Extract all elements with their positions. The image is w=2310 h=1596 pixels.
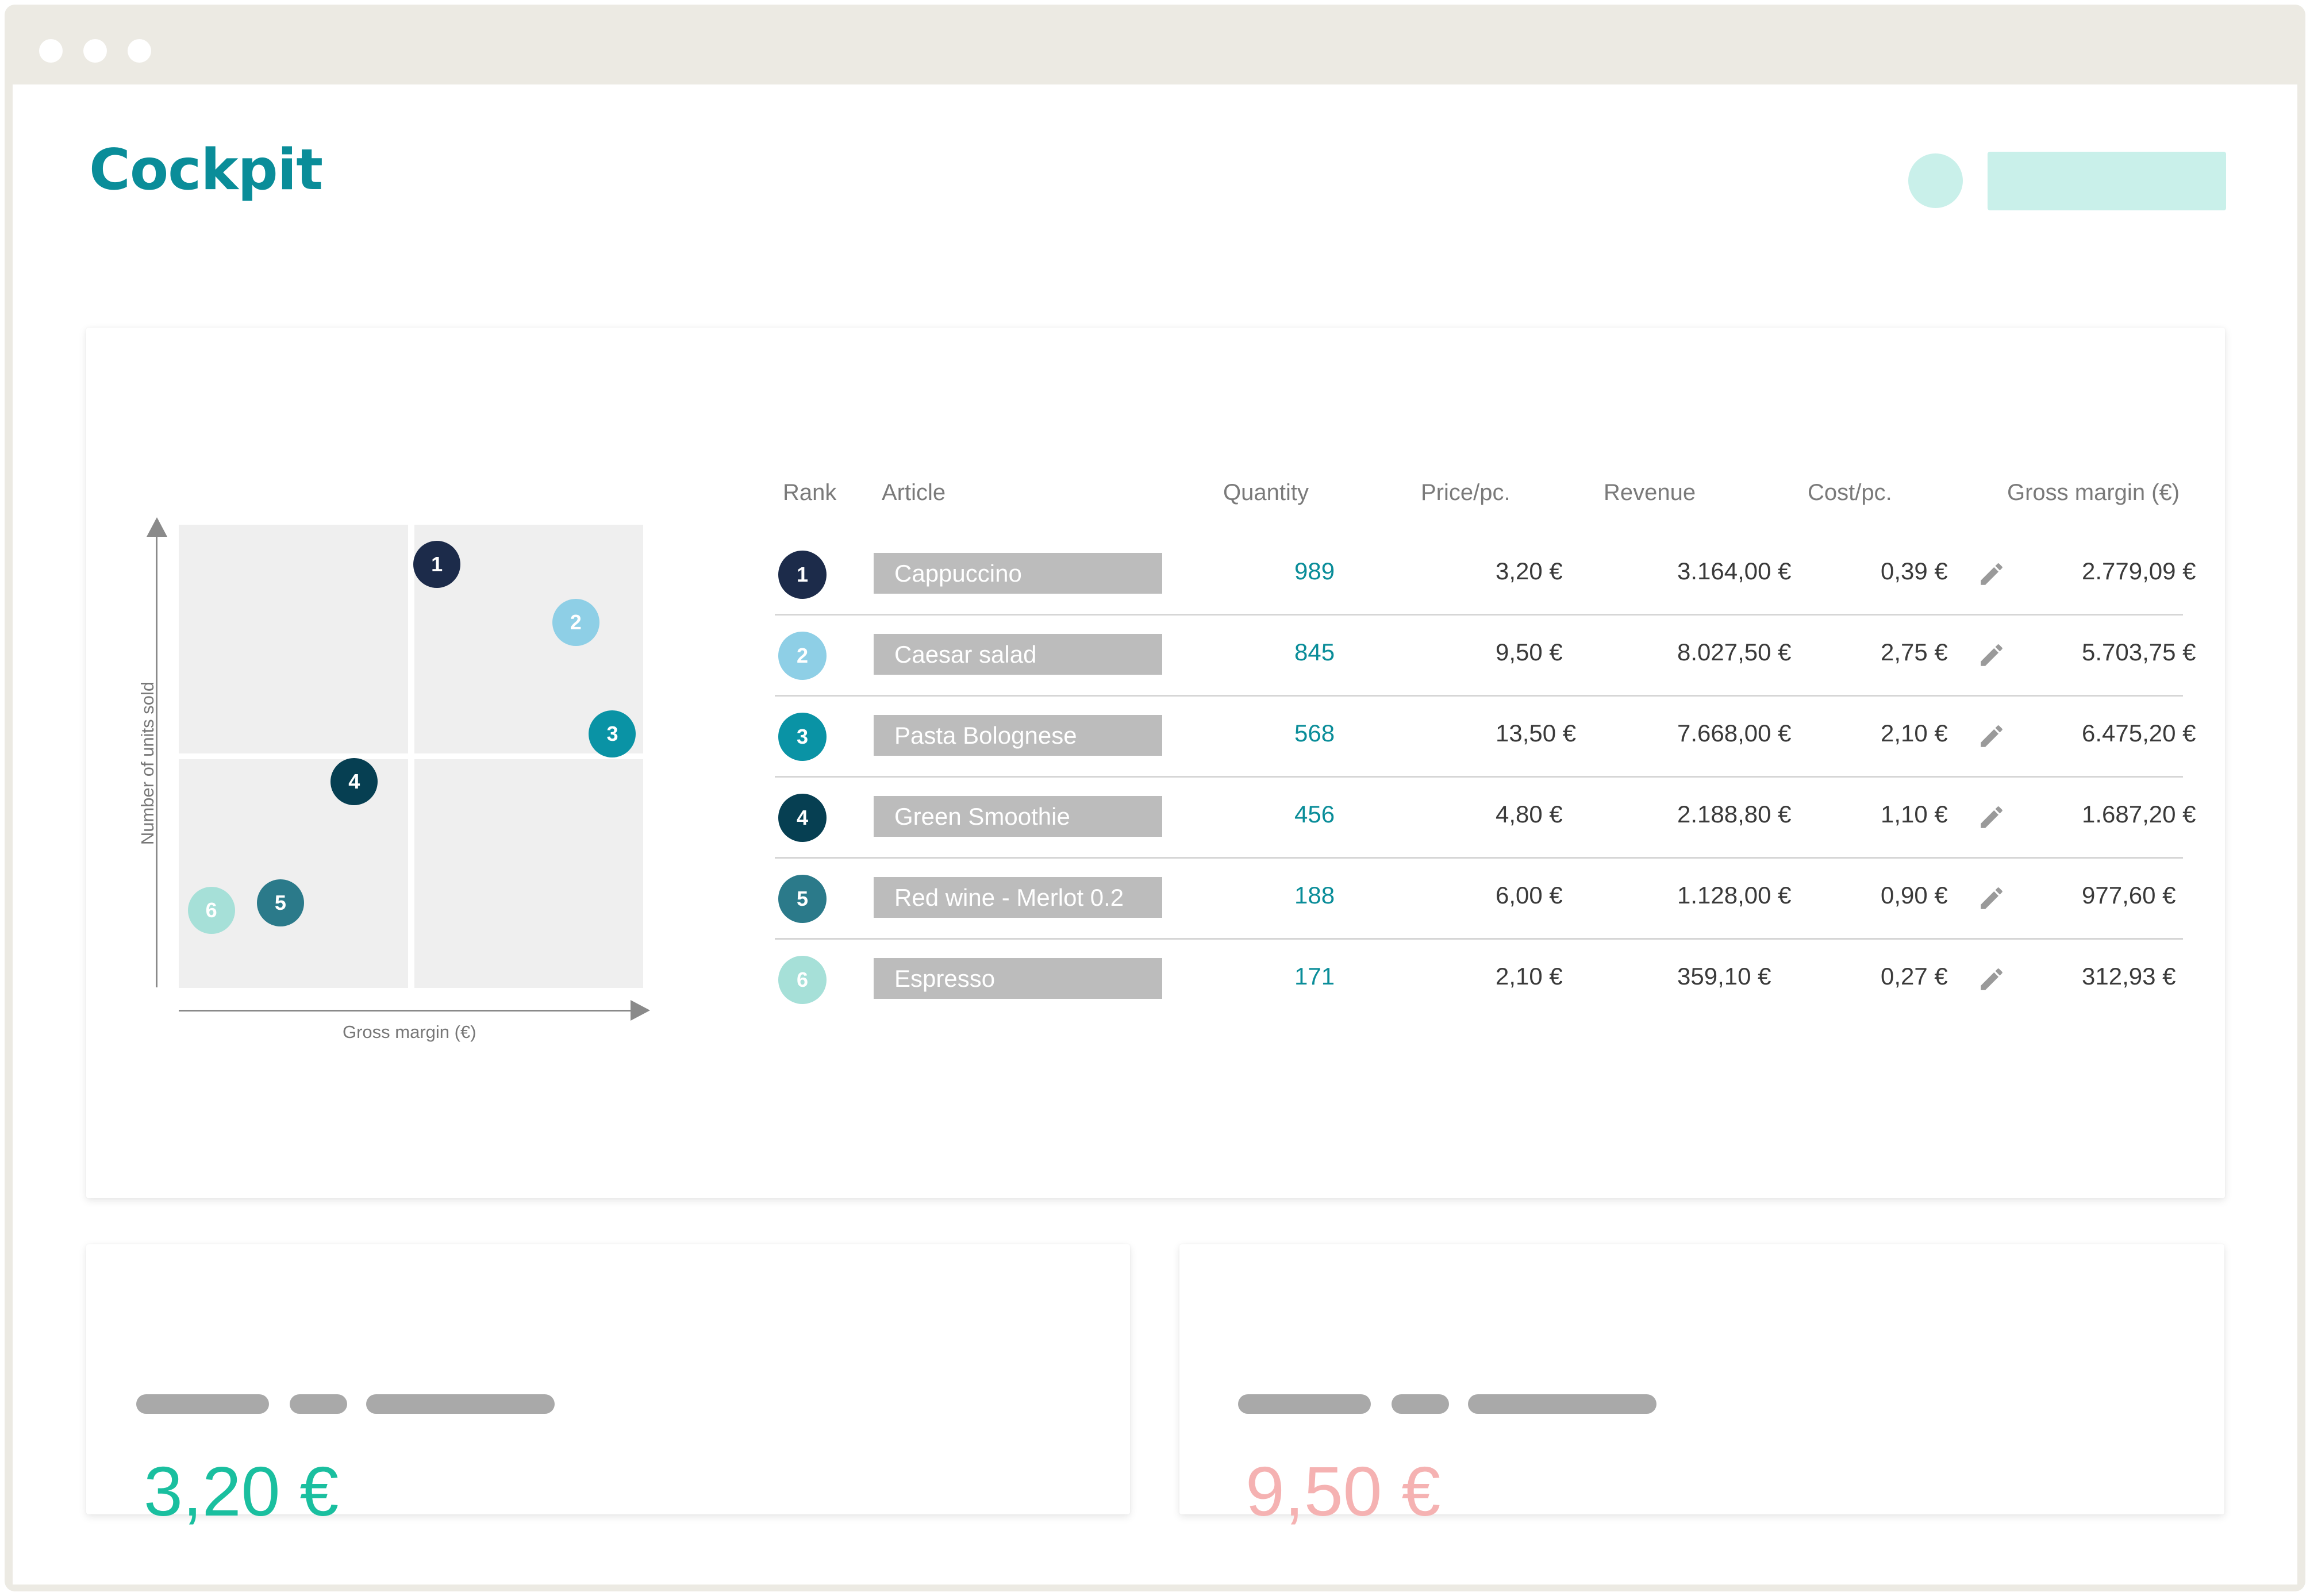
summary-card-left: 3,20 € [86, 1244, 1130, 1530]
quantity-value: 456 [1294, 801, 1335, 828]
price-value: 13,50 € [1496, 720, 1577, 747]
placeholder-bar [290, 1394, 347, 1414]
placeholder-bar [1392, 1394, 1449, 1414]
table-row[interactable]: 6 Espresso 171 2,10 € 359,10 € 0,27 € 31… [775, 940, 2183, 1021]
quadrant-chart: Gross margin (€) Number of units sold 1 2… [86, 328, 718, 1132]
rank-badge: 3 [778, 713, 827, 761]
quadrant-bottom-right [414, 759, 643, 988]
margin-value: 1.687,20 € [2082, 801, 2196, 828]
x-axis-line [179, 1010, 633, 1012]
y-axis-arrow-icon [147, 517, 167, 537]
article-name[interactable]: Espresso [874, 958, 1162, 999]
quantity-value: 845 [1294, 639, 1335, 666]
edit-pencil-icon[interactable] [1977, 560, 2006, 589]
cost-value: 0,90 € [1881, 882, 1948, 909]
page-viewport: Cockpit Gross margin (€) Number of units… [13, 84, 2297, 1585]
header-quantity[interactable]: Quantity [1223, 480, 1309, 506]
margin-value: 6.475,20 € [2082, 720, 2196, 747]
table-row[interactable]: 3 Pasta Bolognese 568 13,50 € 7.668,00 €… [775, 697, 2196, 778]
quadrant-top-left [179, 525, 408, 753]
header-revenue[interactable]: Revenue [1604, 480, 1696, 506]
revenue-value: 359,10 € [1677, 963, 1771, 990]
header-article[interactable]: Article [882, 480, 945, 506]
y-axis-label: Number of units sold [137, 681, 157, 845]
rank-badge: 5 [778, 875, 827, 923]
table-row[interactable]: 5 Red wine - Merlot 0.2 188 6,00 € 1.128… [775, 859, 2183, 940]
edit-pencil-icon[interactable] [1977, 965, 2006, 994]
x-axis-arrow-icon [631, 1000, 650, 1021]
browser-window: Cockpit Gross margin (€) Number of units… [5, 5, 2305, 1591]
placeholder-bar [136, 1394, 269, 1414]
margin-value: 977,60 € [2082, 882, 2176, 909]
header-margin[interactable]: Gross margin (€) [2007, 480, 2180, 506]
edit-pencil-icon[interactable] [1977, 641, 2006, 670]
chart-point-4[interactable]: 4 [330, 758, 378, 806]
quantity-value: 568 [1294, 720, 1335, 747]
rank-badge: 6 [778, 956, 827, 1004]
cost-value: 1,10 € [1881, 801, 1948, 828]
table-row[interactable]: 4 Green Smoothie 456 4,80 € 2.188,80 € 1… [775, 778, 2196, 859]
placeholder-bar [1238, 1394, 1371, 1414]
quantity-value: 188 [1294, 882, 1335, 909]
revenue-value: 1.128,00 € [1677, 882, 1792, 909]
summary-value-left: 3,20 € [144, 1452, 339, 1530]
price-value: 6,00 € [1496, 882, 1563, 909]
placeholder-bar [1468, 1394, 1656, 1414]
revenue-value: 7.668,00 € [1677, 720, 1792, 747]
chart-point-3[interactable]: 3 [589, 710, 636, 757]
cost-value: 0,39 € [1881, 557, 1948, 584]
table-row[interactable]: 1 Cappuccino 989 3,20 € 3.164,00 € 0,39 … [775, 534, 2196, 616]
cost-value: 0,27 € [1881, 963, 1948, 990]
header-placeholder-button[interactable] [1988, 152, 2226, 210]
article-name[interactable]: Caesar salad [874, 634, 1162, 675]
revenue-value: 2.188,80 € [1677, 801, 1792, 828]
placeholder-bar [366, 1394, 555, 1414]
window-dot-close[interactable] [39, 39, 63, 63]
price-value: 3,20 € [1496, 557, 1563, 584]
brand-logo[interactable]: Cockpit [89, 137, 323, 203]
header-rank[interactable]: Rank [783, 480, 836, 506]
margin-value: 312,93 € [2082, 963, 2176, 990]
chart-point-5[interactable]: 5 [256, 879, 304, 927]
header-cost[interactable]: Cost/pc. [1808, 480, 1892, 506]
margin-value: 2.779,09 € [2082, 557, 2196, 584]
window-controls [39, 39, 151, 63]
summary-card-right: 9,50 € [1179, 1244, 2224, 1530]
edit-pencil-icon[interactable] [1977, 803, 2006, 832]
price-value: 4,80 € [1496, 801, 1563, 828]
revenue-value: 8.027,50 € [1677, 639, 1792, 666]
rank-badge: 2 [778, 632, 827, 680]
chart-point-6[interactable]: 6 [187, 887, 235, 934]
window-dot-maximize[interactable] [128, 39, 151, 63]
rank-badge: 1 [778, 551, 827, 599]
cost-value: 2,75 € [1881, 639, 1948, 666]
summary-value-right: 9,50 € [1246, 1452, 1441, 1530]
chart-point-2[interactable]: 2 [552, 598, 599, 646]
edit-pencil-icon[interactable] [1977, 884, 2006, 913]
top-sellers-card: Gross margin (€) Number of units sold 1 2… [86, 328, 2225, 1198]
article-name[interactable]: Green Smoothie [874, 796, 1162, 837]
quantity-value: 171 [1294, 963, 1335, 990]
article-name[interactable]: Red wine - Merlot 0.2 [874, 877, 1162, 918]
quantity-value: 989 [1294, 557, 1335, 584]
avatar[interactable] [1908, 153, 1963, 208]
x-axis-label: Gross margin (€) [343, 1022, 476, 1042]
window-dot-minimize[interactable] [83, 39, 107, 63]
article-name[interactable]: Pasta Bolognese [874, 715, 1162, 756]
rank-badge: 4 [778, 794, 827, 842]
article-name[interactable]: Cappuccino [874, 553, 1162, 594]
chart-point-1[interactable]: 1 [413, 541, 461, 589]
edit-pencil-icon[interactable] [1977, 722, 2006, 751]
price-value: 9,50 € [1496, 639, 1563, 666]
margin-value: 5.703,75 € [2082, 639, 2196, 666]
table-row[interactable]: 2 Caesar salad 845 9,50 € 8.027,50 € 2,7… [775, 616, 2196, 697]
revenue-value: 3.164,00 € [1677, 557, 1792, 584]
price-value: 2,10 € [1496, 963, 1563, 990]
cost-value: 2,10 € [1881, 720, 1948, 747]
header-price[interactable]: Price/pc. [1421, 480, 1510, 506]
